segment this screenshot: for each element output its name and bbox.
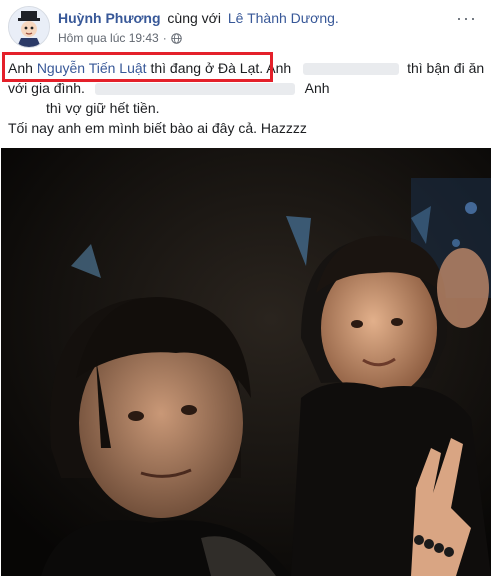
globe-icon[interactable] (170, 32, 182, 44)
post-photo[interactable] (1, 148, 491, 576)
author-name-link[interactable]: Huỳnh Phương (58, 10, 161, 26)
post-line-3: thì vợ giữ hết tiền. (46, 98, 160, 118)
post-line-2: với gia đình. Anh (8, 78, 330, 98)
tagged-person-link[interactable]: Lê Thành Dương. (228, 10, 339, 26)
redacted-text (94, 83, 295, 96)
with-text: cùng với (167, 10, 221, 26)
line2-anh: Anh (304, 80, 330, 96)
line4-text: Tối nay anh em mình biết bào ai đây cả. … (8, 120, 307, 136)
author-line: Huỳnh Phương cùng với Lê Thành Dương. (58, 10, 339, 26)
line3-text: thì vợ giữ hết tiền. (46, 100, 160, 116)
selfie-photo-illustration (1, 148, 491, 576)
avatar[interactable] (8, 6, 50, 48)
post-meta: Hôm qua lúc 19:43 · (58, 31, 182, 45)
avatar-cartoon-icon (9, 7, 49, 47)
post-line-4: Tối nay anh em mình biết bào ai đây cả. … (8, 118, 307, 138)
facebook-post: Huỳnh Phương cùng với Lê Thành Dương. Hô… (0, 0, 491, 576)
more-options-icon[interactable]: ··· (456, 8, 477, 29)
meta-separator: · (162, 31, 167, 45)
timestamp-link[interactable]: Hôm qua lúc 19:43 (58, 31, 159, 45)
post-header: Huỳnh Phương cùng với Lê Thành Dương. Hô… (0, 0, 491, 52)
redacted-name (303, 63, 400, 76)
line1-tail: thì bận đi ăn (407, 60, 485, 76)
line2-start: với gia đình. (8, 80, 85, 96)
